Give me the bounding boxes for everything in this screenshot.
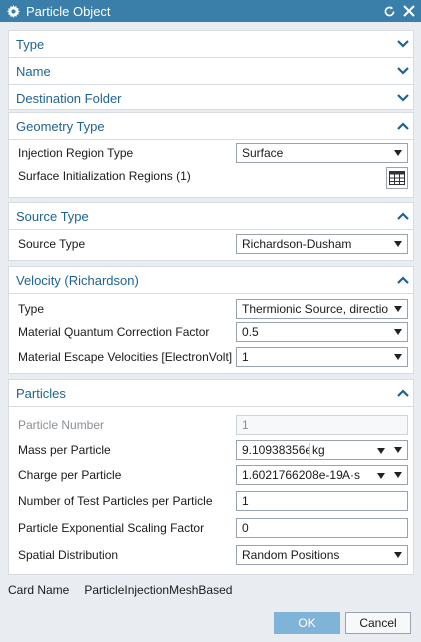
dropdown-arrow-icon bbox=[394, 354, 402, 360]
dropdown-arrow-icon[interactable] bbox=[394, 447, 402, 453]
cancel-button[interactable]: Cancel bbox=[345, 612, 411, 634]
section-title: Source Type bbox=[16, 208, 89, 224]
mass-unit[interactable]: kg bbox=[312, 443, 325, 457]
dropdown-arrow-icon bbox=[394, 241, 402, 247]
field-value: 9.10938356e-3 bbox=[242, 443, 309, 457]
table-icon[interactable] bbox=[386, 167, 408, 189]
dropdown-arrow-icon bbox=[394, 552, 402, 558]
field-value: 1 bbox=[242, 494, 249, 508]
section-title: Velocity (Richardson) bbox=[16, 272, 139, 288]
card-name: Card Name ParticleInjectionMeshBased bbox=[8, 583, 232, 597]
select-value: Thermionic Source, directio bbox=[242, 302, 389, 316]
quantum-correction-select[interactable]: 0.5 bbox=[236, 322, 408, 342]
section-title: Geometry Type bbox=[16, 118, 105, 134]
source-type-card: Source Type Source Type Richardson-Dusha… bbox=[8, 202, 414, 261]
chevron-up-icon bbox=[397, 122, 409, 130]
chevron-down-icon bbox=[397, 40, 409, 48]
particle-number-field: 1 bbox=[236, 415, 408, 435]
section-title: Particles bbox=[16, 385, 66, 401]
select-value: 1 bbox=[242, 350, 249, 364]
source-type-label: Source Type bbox=[18, 237, 86, 251]
select-value: Surface bbox=[242, 146, 284, 160]
charge-unit[interactable]: A·s bbox=[342, 468, 360, 482]
spatial-distribution-select[interactable]: Random Positions bbox=[236, 545, 408, 565]
collapsed-sections-card: Type Name Destination Folder bbox=[8, 30, 414, 110]
unit-dropdown-arrow-icon[interactable] bbox=[377, 473, 385, 479]
select-value: Richardson-Dusham bbox=[242, 237, 352, 251]
particles-card: Particles Particle Number 1 Mass per Par… bbox=[8, 379, 414, 575]
reset-icon[interactable] bbox=[381, 3, 397, 19]
dropdown-arrow-icon bbox=[394, 150, 402, 156]
ok-button[interactable]: OK bbox=[274, 612, 340, 634]
dropdown-arrow-icon bbox=[394, 306, 402, 312]
velocity-type-label: Type bbox=[18, 302, 45, 316]
dropdown-arrow-icon[interactable] bbox=[394, 472, 402, 478]
injection-region-select[interactable]: Surface bbox=[236, 143, 408, 163]
section-header-source[interactable]: Source Type bbox=[9, 203, 413, 229]
charge-label: Charge per Particle bbox=[18, 468, 122, 482]
field-value: 1.6021766208e-19 bbox=[242, 468, 343, 482]
select-value: Random Positions bbox=[242, 548, 340, 562]
injection-region-label: Injection Region Type bbox=[18, 146, 134, 160]
close-icon[interactable] bbox=[401, 3, 417, 19]
title-bar: Particle Object bbox=[0, 0, 421, 22]
spatial-distribution-label: Spatial Distribution bbox=[18, 548, 119, 562]
section-header-destination[interactable]: Destination Folder bbox=[9, 85, 413, 111]
section-header-name[interactable]: Name bbox=[9, 58, 413, 84]
surface-regions-label: Surface Initialization Regions (1) bbox=[18, 169, 191, 183]
chevron-down-icon bbox=[397, 67, 409, 75]
test-particles-label: Number of Test Particles per Particle bbox=[18, 494, 213, 508]
quantum-correction-label: Material Quantum Correction Factor bbox=[18, 325, 210, 339]
particle-number-label: Particle Number bbox=[18, 418, 105, 432]
card-name-label: Card Name bbox=[8, 583, 70, 597]
chevron-up-icon bbox=[397, 212, 409, 220]
scaling-factor-label: Particle Exponential Scaling Factor bbox=[18, 521, 205, 535]
escape-velocities-select[interactable]: 1 bbox=[236, 347, 408, 367]
test-particles-field[interactable]: 1 bbox=[236, 491, 408, 511]
section-title: Destination Folder bbox=[16, 90, 122, 106]
escape-velocities-label: Material Escape Velocities [ElectronVolt… bbox=[18, 350, 233, 364]
field-value: 0 bbox=[242, 521, 249, 535]
dropdown-arrow-icon bbox=[394, 329, 402, 335]
scaling-factor-field[interactable]: 0 bbox=[236, 518, 408, 538]
section-header-velocity[interactable]: Velocity (Richardson) bbox=[9, 267, 413, 293]
section-title: Name bbox=[16, 63, 51, 79]
velocity-type-select[interactable]: Thermionic Source, directio bbox=[236, 299, 408, 319]
gear-icon bbox=[6, 4, 20, 18]
velocity-card: Velocity (Richardson) Type Thermionic So… bbox=[8, 266, 414, 374]
geometry-type-card: Geometry Type Injection Region Type Surf… bbox=[8, 112, 414, 198]
source-type-select[interactable]: Richardson-Dusham bbox=[236, 234, 408, 254]
select-value: 0.5 bbox=[242, 325, 259, 339]
section-header-particles[interactable]: Particles bbox=[9, 380, 413, 406]
chevron-down-icon bbox=[397, 94, 409, 102]
mass-label: Mass per Particle bbox=[18, 443, 111, 457]
window-title: Particle Object bbox=[26, 3, 111, 19]
mass-field[interactable]: 9.10938356e-3 kg bbox=[236, 440, 408, 460]
chevron-up-icon bbox=[397, 276, 409, 284]
card-name-value: ParticleInjectionMeshBased bbox=[84, 583, 233, 597]
section-title: Type bbox=[16, 36, 45, 52]
unit-dropdown-arrow-icon[interactable] bbox=[377, 448, 385, 454]
field-value: 1 bbox=[242, 418, 249, 432]
charge-field[interactable]: 1.6021766208e-19 A·s bbox=[236, 465, 408, 485]
chevron-up-icon bbox=[397, 389, 409, 397]
section-header-type[interactable]: Type bbox=[9, 31, 413, 57]
section-header-geometry[interactable]: Geometry Type bbox=[9, 113, 413, 139]
